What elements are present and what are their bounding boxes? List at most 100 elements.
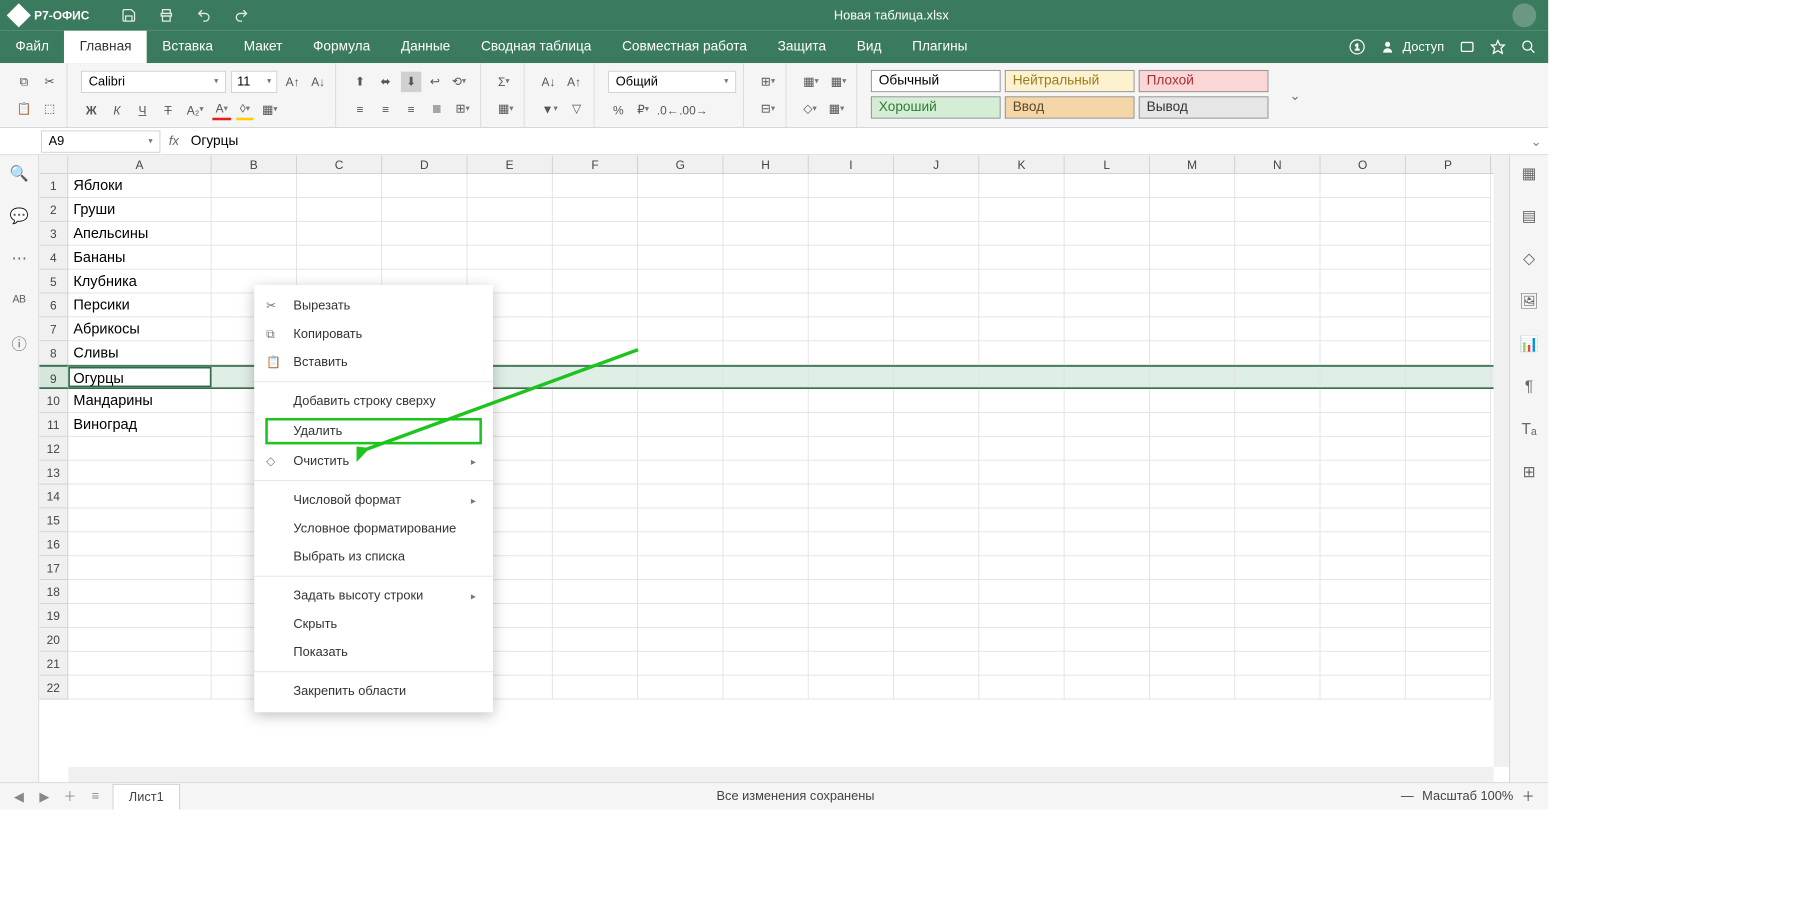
- column-header[interactable]: K: [979, 155, 1064, 173]
- cell[interactable]: [1235, 198, 1320, 222]
- cell[interactable]: [212, 174, 297, 198]
- column-header[interactable]: F: [553, 155, 638, 173]
- cell[interactable]: [1320, 367, 1405, 387]
- cell[interactable]: [553, 556, 638, 580]
- cell[interactable]: [68, 580, 211, 604]
- cell[interactable]: [1150, 580, 1235, 604]
- cell[interactable]: [553, 389, 638, 413]
- cell[interactable]: [1150, 437, 1235, 461]
- row-header[interactable]: 13: [39, 461, 68, 485]
- cell[interactable]: Сливы: [68, 341, 211, 365]
- cell[interactable]: Виноград: [68, 413, 211, 437]
- style-ввод[interactable]: Ввод: [1005, 96, 1135, 118]
- cell[interactable]: [979, 246, 1064, 270]
- cell[interactable]: [382, 174, 467, 198]
- cell[interactable]: [894, 437, 979, 461]
- cell[interactable]: [553, 461, 638, 485]
- cell[interactable]: [1150, 556, 1235, 580]
- cell[interactable]: [979, 413, 1064, 437]
- cell[interactable]: [809, 246, 894, 270]
- cell[interactable]: [723, 628, 808, 652]
- cell[interactable]: [894, 580, 979, 604]
- cell[interactable]: [553, 508, 638, 532]
- cell[interactable]: [723, 293, 808, 317]
- cell[interactable]: [1406, 222, 1491, 246]
- table-settings-icon[interactable]: ▤: [1520, 206, 1539, 225]
- cell[interactable]: [68, 604, 211, 628]
- column-header[interactable]: H: [723, 155, 808, 173]
- cell[interactable]: [894, 367, 979, 387]
- cell[interactable]: [1065, 198, 1150, 222]
- cell[interactable]: [1406, 676, 1491, 700]
- menu-формула[interactable]: Формула: [298, 31, 386, 63]
- cell[interactable]: [894, 174, 979, 198]
- cell[interactable]: [553, 652, 638, 676]
- cell[interactable]: [723, 367, 808, 387]
- horizontal-scrollbar[interactable]: [68, 767, 1493, 782]
- column-header[interactable]: I: [809, 155, 894, 173]
- cell[interactable]: [553, 437, 638, 461]
- cell[interactable]: [1320, 270, 1405, 294]
- cell[interactable]: Груши: [68, 198, 211, 222]
- cell[interactable]: [297, 174, 382, 198]
- cell[interactable]: [1235, 293, 1320, 317]
- cell[interactable]: [553, 341, 638, 365]
- cell[interactable]: [638, 341, 723, 365]
- column-header[interactable]: C: [297, 155, 382, 173]
- cell[interactable]: [979, 317, 1064, 341]
- cell[interactable]: [638, 174, 723, 198]
- fill-color-button[interactable]: ◊▾: [236, 99, 253, 119]
- cell[interactable]: [1320, 556, 1405, 580]
- cell[interactable]: [467, 222, 552, 246]
- cell[interactable]: [809, 652, 894, 676]
- context-menu-item[interactable]: Выбрать из списка: [254, 543, 493, 571]
- font-color-button[interactable]: A▾: [212, 99, 231, 119]
- cell[interactable]: [1406, 628, 1491, 652]
- column-header[interactable]: E: [467, 155, 552, 173]
- orientation-icon[interactable]: ⟲▾: [448, 71, 469, 91]
- cell[interactable]: [1235, 437, 1320, 461]
- cell[interactable]: [1320, 341, 1405, 365]
- cell[interactable]: [1150, 604, 1235, 628]
- cell[interactable]: [638, 508, 723, 532]
- increase-font-icon[interactable]: A↑: [282, 71, 302, 91]
- cell[interactable]: [1320, 389, 1405, 413]
- cell[interactable]: [638, 389, 723, 413]
- cell[interactable]: [979, 676, 1064, 700]
- number-format-select[interactable]: Общий▾: [608, 70, 736, 92]
- style-нейтральный[interactable]: Нейтральный: [1005, 70, 1135, 92]
- cell[interactable]: [1150, 508, 1235, 532]
- row-header[interactable]: 7: [39, 317, 68, 341]
- open-location-icon[interactable]: [1459, 39, 1474, 54]
- menu-плагины[interactable]: Плагины: [897, 31, 983, 63]
- cell[interactable]: [1320, 317, 1405, 341]
- percent-icon[interactable]: %: [608, 99, 628, 119]
- cell[interactable]: [1320, 485, 1405, 509]
- cell[interactable]: [894, 532, 979, 556]
- cell[interactable]: [809, 413, 894, 437]
- chat-panel-icon[interactable]: ⋯: [10, 249, 29, 268]
- cell[interactable]: [1235, 652, 1320, 676]
- cell[interactable]: [1150, 367, 1235, 387]
- cell[interactable]: [553, 270, 638, 294]
- style-вывод[interactable]: Вывод: [1139, 96, 1269, 118]
- clear-icon[interactable]: ◇▾: [800, 99, 820, 119]
- cell[interactable]: [979, 485, 1064, 509]
- style-обычный[interactable]: Обычный: [871, 70, 1001, 92]
- cell[interactable]: [1320, 461, 1405, 485]
- cell[interactable]: [894, 341, 979, 365]
- column-header[interactable]: N: [1235, 155, 1320, 173]
- menu-вставка[interactable]: Вставка: [147, 31, 228, 63]
- cell-settings-icon[interactable]: ▦: [1520, 164, 1539, 183]
- row-header[interactable]: 4: [39, 246, 68, 270]
- cell[interactable]: [1150, 676, 1235, 700]
- cell[interactable]: [638, 317, 723, 341]
- strikethrough-button[interactable]: Т: [158, 99, 178, 119]
- menu-сводная таблица[interactable]: Сводная таблица: [466, 31, 607, 63]
- context-menu-item[interactable]: Закрепить области: [254, 677, 493, 705]
- currency-icon[interactable]: ₽▾: [634, 99, 653, 119]
- context-menu-item[interactable]: Числовой формат▸: [254, 486, 493, 514]
- cell[interactable]: [1065, 676, 1150, 700]
- cell[interactable]: [723, 389, 808, 413]
- cell[interactable]: [1235, 461, 1320, 485]
